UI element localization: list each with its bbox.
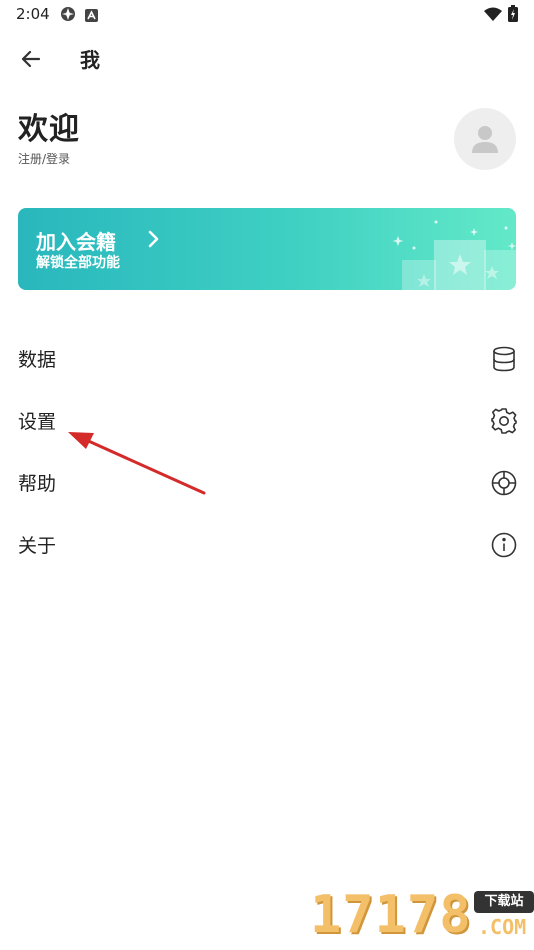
info-icon (490, 531, 518, 559)
status-time: 2:04 (16, 5, 50, 23)
chevron-right-icon (148, 230, 160, 252)
watermark-badge: 下载站 (474, 891, 534, 913)
page-title: 我 (80, 48, 100, 72)
site-watermark: 17178 下载站 .COM (306, 885, 534, 950)
gear-icon (490, 407, 518, 435)
arrow-left-icon (21, 50, 41, 68)
a-notification-icon (85, 7, 98, 26)
menu-item-label: 数据 (18, 349, 57, 371)
user-avatar-icon (472, 126, 498, 153)
menu-item-label: 关于 (18, 535, 57, 557)
watermark-digits: 17178 (310, 885, 472, 945)
status-bar: 2:04 (0, 0, 534, 28)
battery-icon (508, 5, 518, 26)
back-button[interactable] (18, 46, 44, 72)
menu-item-label: 帮助 (18, 473, 57, 495)
watermark-suffix: .COM (478, 915, 527, 939)
menu-item-about[interactable]: 关于 (0, 518, 534, 570)
welcome-heading: 欢迎 (18, 112, 80, 147)
membership-banner[interactable]: 加入会籍 解锁全部功能 (18, 208, 516, 290)
annotation-arrow (68, 432, 206, 495)
register-login-link[interactable]: 注册/登录 (18, 150, 70, 167)
app-notification-icon (60, 6, 76, 26)
avatar[interactable] (454, 108, 516, 170)
banner-subtitle: 解锁全部功能 (36, 255, 120, 271)
top-app-bar: 我 (0, 38, 534, 78)
podium-decoration-icon (392, 220, 516, 290)
banner-title: 加入会籍 (36, 230, 116, 254)
lifebuoy-icon (490, 469, 518, 497)
database-icon (490, 345, 518, 373)
menu-item-label: 设置 (18, 411, 57, 433)
wifi-icon (484, 6, 502, 25)
menu-item-data[interactable]: 数据 (0, 332, 534, 384)
